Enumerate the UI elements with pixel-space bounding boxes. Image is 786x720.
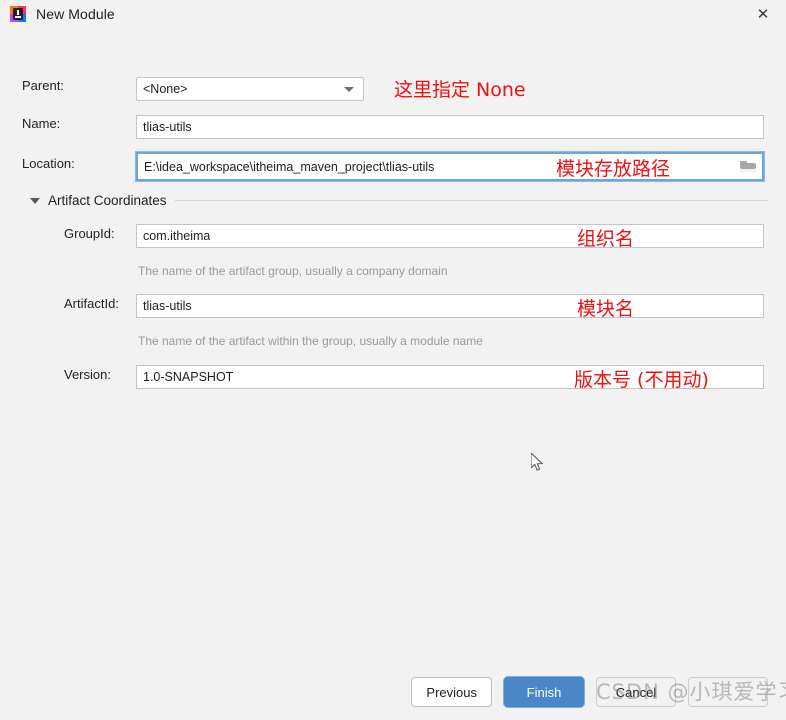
parent-combobox[interactable]: <None> [136, 77, 364, 101]
window-title: New Module [36, 6, 115, 22]
artifactid-label: ArtifactId: [64, 296, 136, 311]
artifactid-row: ArtifactId: [64, 296, 136, 311]
new-module-dialog: New Module ✕ Parent: <None> Name: tlias-… [0, 0, 786, 720]
version-row: Version: [64, 367, 136, 382]
artifactid-value: tlias-utils [143, 299, 192, 313]
dialog-content: Parent: <None> Name: tlias-utils Locatio… [0, 28, 786, 720]
name-value: tlias-utils [143, 120, 192, 134]
groupid-row: GroupId: [64, 226, 136, 241]
title-bar: New Module ✕ [0, 0, 786, 28]
version-value: 1.0-SNAPSHOT [143, 370, 233, 384]
artifactid-hint: The name of the artifact within the grou… [138, 334, 483, 348]
location-value: E:\idea_workspace\itheima_maven_project\… [144, 160, 434, 174]
mouse-cursor [531, 453, 545, 473]
location-input[interactable]: E:\idea_workspace\itheima_maven_project\… [136, 152, 764, 181]
folder-icon[interactable] [740, 160, 756, 173]
dialog-button-bar: Previous Finish Cancel Help [0, 664, 786, 720]
artifact-coordinates-section-header[interactable]: Artifact Coordinates [30, 193, 768, 208]
parent-value: <None> [143, 82, 187, 96]
location-row: Location: [22, 156, 132, 171]
version-label: Version: [64, 367, 136, 382]
groupid-value: com.itheima [143, 229, 210, 243]
name-label: Name: [22, 116, 132, 131]
parent-row: Parent: [22, 78, 132, 93]
groupid-hint: The name of the artifact group, usually … [138, 264, 448, 278]
triangle-down-icon[interactable] [30, 198, 40, 204]
location-label: Location: [22, 156, 132, 171]
groupid-input[interactable]: com.itheima [136, 224, 764, 248]
artifact-coordinates-title: Artifact Coordinates [48, 193, 167, 208]
section-divider [175, 200, 768, 201]
finish-button[interactable]: Finish [504, 677, 584, 707]
intellij-idea-icon [10, 6, 26, 22]
name-input[interactable]: tlias-utils [136, 115, 764, 139]
chevron-down-icon [344, 87, 354, 92]
artifactid-input[interactable]: tlias-utils [136, 294, 764, 318]
version-input[interactable]: 1.0-SNAPSHOT [136, 365, 764, 389]
help-button[interactable]: Help [688, 677, 768, 707]
close-icon[interactable]: ✕ [740, 0, 786, 28]
name-row: Name: [22, 116, 132, 131]
annotation-parent-none: 这里指定 None [394, 75, 526, 102]
previous-button[interactable]: Previous [411, 677, 492, 707]
groupid-label: GroupId: [64, 226, 136, 241]
parent-label: Parent: [22, 78, 132, 93]
cancel-button[interactable]: Cancel [596, 677, 676, 707]
